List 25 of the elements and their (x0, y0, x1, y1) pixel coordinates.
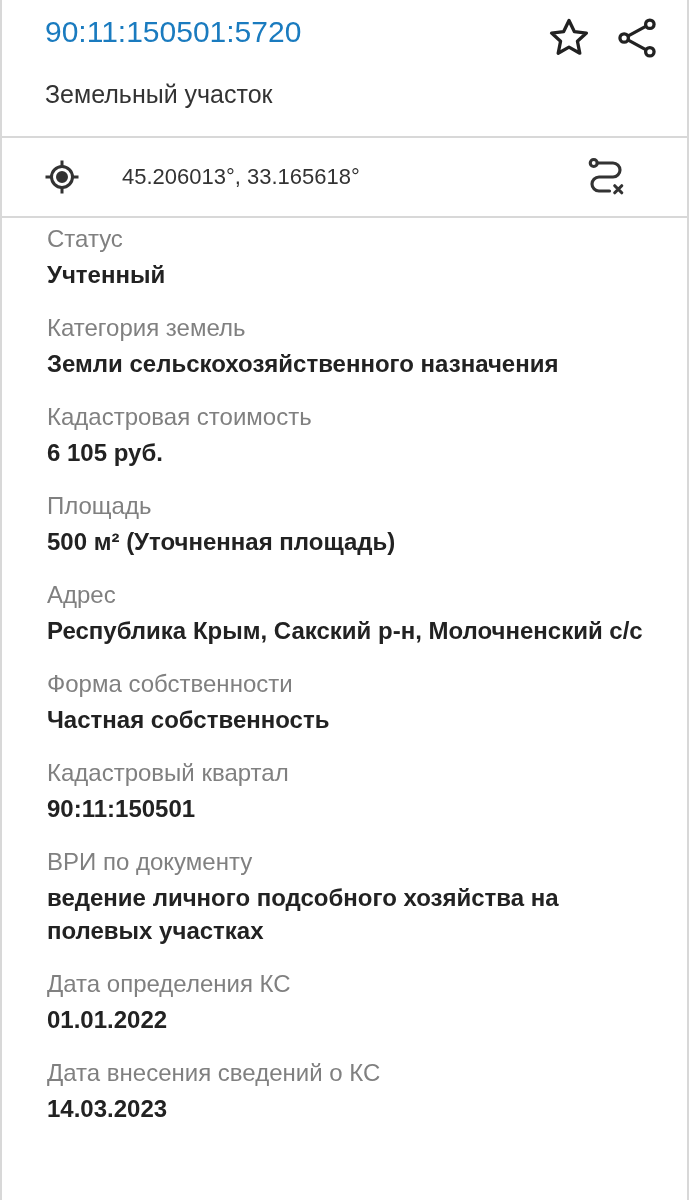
field-label: Форма собственности (47, 669, 294, 699)
coordinates-text: 45.206013°, 33.165618° (122, 164, 361, 190)
field-value: 90:11:150501 (47, 794, 197, 824)
field-value: 14.03.2023 (47, 1094, 169, 1124)
field-label: Статус (47, 224, 124, 254)
field-value: Частная собственность (47, 705, 331, 735)
field-label: Адрес (47, 580, 117, 610)
field-label: Площадь (47, 491, 153, 521)
field-value: 500 м² (Уточненная площадь) (47, 527, 397, 557)
field-label: Кадастровый квартал (47, 758, 290, 788)
object-type: Земельный участок (45, 80, 274, 109)
field-value: ведение личного подсобного хозяйства на полевых участках (47, 883, 560, 946)
field-label: Дата определения КС (47, 969, 292, 999)
field-label: Дата внесения сведений о КС (47, 1058, 382, 1088)
field-value: Земли сельскохозяйственного назначения (47, 349, 560, 379)
field-label: ВРИ по документу (47, 847, 254, 877)
field-value: Учтенный (47, 260, 167, 290)
field-value: 01.01.2022 (47, 1005, 169, 1035)
field-value: 6 105 руб. (47, 438, 164, 468)
field-label: Категория земель (47, 313, 247, 343)
cadastral-number: 90:11:150501:5720 (45, 14, 302, 50)
field-label: Кадастровая стоимость (47, 402, 313, 432)
share-icon[interactable] (615, 16, 659, 60)
location-target-icon[interactable] (44, 159, 80, 195)
field-value: Республика Крым, Сакский р-н, Молочненский с/с (47, 616, 644, 646)
